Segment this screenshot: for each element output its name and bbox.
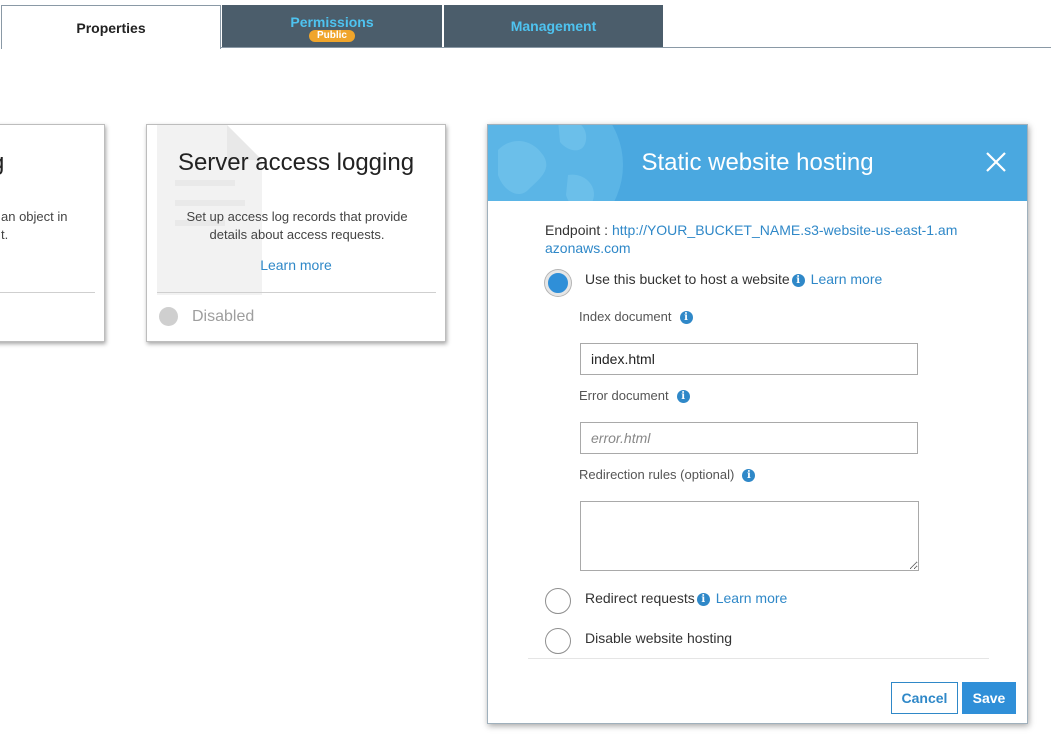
learn-more-link[interactable]: Learn more	[147, 257, 445, 273]
index-document-input[interactable]	[580, 343, 918, 375]
card-title: Server access logging	[177, 149, 415, 176]
save-button[interactable]: Save	[962, 682, 1016, 714]
redirect-requests-radio[interactable]	[545, 588, 571, 614]
tab-properties-label: Properties	[76, 19, 146, 36]
modal-divider	[528, 658, 989, 659]
server-access-logging-card[interactable]: Server access logging Set up access log …	[146, 124, 446, 342]
index-document-label: Index document	[579, 309, 672, 324]
redirect-learn-more-link[interactable]: Learn more	[716, 590, 788, 606]
redirect-requests-option: Redirect requests i Learn more	[585, 590, 787, 606]
info-icon[interactable]: i	[676, 390, 690, 403]
static-website-hosting-modal: Static website hosting Endpoint : http:/…	[487, 124, 1028, 724]
host-website-option: Use this bucket to host a website i Learn …	[585, 271, 882, 287]
redirection-rules-label-row: Redirection rules (optional) i	[579, 467, 756, 482]
host-learn-more-link[interactable]: Learn more	[811, 271, 883, 287]
public-badge: Public	[308, 30, 355, 42]
cancel-button[interactable]: Cancel	[891, 682, 958, 714]
info-icon[interactable]: i	[679, 311, 693, 324]
status-text: Disabled	[192, 308, 255, 325]
partial-card-title: g	[0, 149, 4, 177]
disable-hosting-label: Disable website hosting	[585, 630, 733, 646]
index-document-label-row: Index document i	[579, 309, 693, 324]
redirect-requests-label: Redirect requests	[585, 590, 695, 606]
tab-permissions-label: Permissions	[290, 14, 374, 30]
modal-title: Static website hosting	[641, 149, 874, 176]
tab-bar: Properties Permissions Public Management	[0, 0, 1051, 49]
endpoint: Endpoint : http://YOUR_BUCKET_NAME.s3-we…	[545, 221, 965, 257]
tab-bar-divider	[220, 47, 1051, 48]
tab-properties[interactable]: Properties	[1, 5, 221, 49]
partial-card-divider	[0, 292, 95, 293]
card-divider	[157, 292, 436, 293]
partial-card-desc-line1: an object in	[1, 209, 68, 224]
card-description: Set up access log records that provide d…	[186, 209, 408, 242]
disable-hosting-radio[interactable]	[545, 628, 571, 654]
modal-header: Static website hosting	[488, 125, 1027, 201]
error-document-input[interactable]	[580, 422, 918, 454]
partial-property-card[interactable]: g an object in t.	[0, 124, 105, 342]
redirection-rules-textarea[interactable]	[580, 501, 919, 571]
tab-management-label: Management	[510, 18, 597, 34]
info-icon[interactable]: i	[696, 593, 710, 606]
host-website-label: Use this bucket to host a website	[585, 271, 790, 287]
error-document-label: Error document	[579, 388, 669, 403]
tab-management[interactable]: Management	[443, 5, 663, 47]
endpoint-label: Endpoint :	[545, 222, 612, 238]
info-icon[interactable]: i	[791, 274, 805, 287]
close-icon[interactable]	[985, 151, 1007, 173]
tab-permissions[interactable]: Permissions Public	[221, 5, 442, 47]
status-indicator	[159, 307, 178, 326]
error-document-label-row: Error document i	[579, 388, 690, 403]
host-website-radio[interactable]	[545, 270, 571, 296]
partial-card-desc-line2: t.	[1, 227, 9, 242]
redirection-rules-label: Redirection rules (optional)	[579, 467, 735, 482]
info-icon[interactable]: i	[742, 469, 756, 482]
